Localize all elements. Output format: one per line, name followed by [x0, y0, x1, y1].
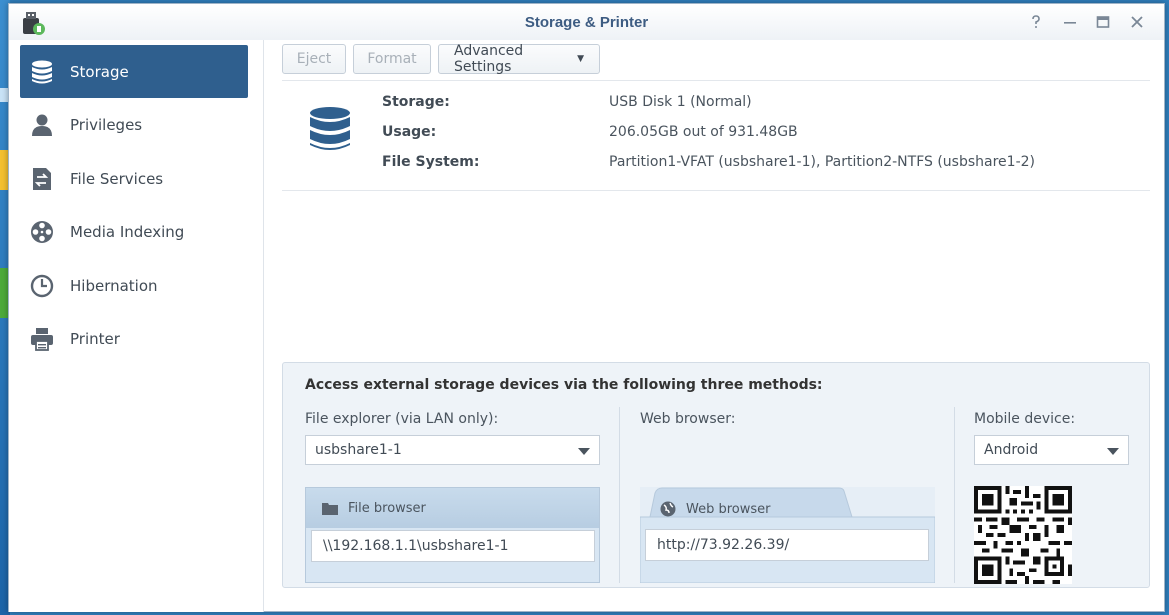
file-system-value: Partition1-VFAT (usbshare1-1), Partition… [609, 154, 1035, 170]
sidebar-item-hibernation[interactable]: Hibernation [20, 259, 248, 312]
minimize-icon[interactable] [1060, 12, 1080, 32]
sidebar: Storage Privileges File Services Media I… [9, 40, 264, 612]
advanced-settings-label: Advanced Settings [454, 43, 524, 75]
mobile-device-label: Mobile device: [974, 411, 1076, 427]
sidebar-item-file-services[interactable]: File Services [20, 152, 248, 205]
database-icon [310, 107, 350, 150]
web-browser-panel: Web browser http://73.92.26.39/ [640, 487, 935, 583]
advanced-settings-button[interactable]: Advanced Settings ▼ [438, 43, 600, 75]
toolbar: Eject Format Advanced Settings ▼ [282, 43, 600, 75]
database-icon [30, 60, 54, 84]
storage-value: USB Disk 1 (Normal) [609, 94, 752, 110]
globe-icon [660, 501, 676, 517]
window-titlebar[interactable]: Storage & Printer [9, 4, 1164, 40]
access-methods-panel: Access external storage devices via the … [282, 362, 1150, 588]
web-url-field[interactable]: http://73.92.26.39/ [645, 529, 929, 561]
eject-button[interactable]: Eject [282, 44, 346, 74]
access-title: Access external storage devices via the … [305, 377, 823, 393]
file-browser-header: File browser [306, 488, 599, 528]
clock-icon [30, 274, 54, 298]
column-divider [619, 407, 620, 583]
sidebar-item-label: Storage [70, 62, 129, 81]
help-icon[interactable] [1026, 12, 1046, 32]
window-title: Storage & Printer [524, 14, 649, 31]
storage-printer-window: Storage & Printer Storage Privileges Fil… [8, 3, 1165, 612]
info-row-storage: Storage: USB Disk 1 (Normal) [382, 94, 752, 114]
storage-info: Storage: USB Disk 1 (Normal) Usage: 206.… [282, 84, 1150, 192]
film-reel-icon [30, 220, 54, 244]
sidebar-item-label: Hibernation [70, 276, 158, 295]
sidebar-item-label: File Services [70, 169, 164, 188]
folder-icon [322, 501, 338, 515]
printer-icon [30, 327, 54, 351]
share-select[interactable]: usbshare1-1 [305, 435, 600, 465]
sidebar-item-privileges[interactable]: Privileges [20, 98, 248, 151]
web-browser-header: Web browser [640, 489, 935, 529]
file-system-label: File System: [382, 154, 480, 170]
web-browser-label: Web browser: [640, 411, 736, 427]
file-transfer-icon [30, 167, 54, 191]
caret-down-icon: ▼ [577, 54, 584, 64]
divider [282, 190, 1150, 191]
mobile-device-select[interactable]: Android [974, 435, 1129, 465]
mobile-device-value: Android [984, 442, 1039, 458]
usage-value: 206.05GB out of 931.48GB [609, 124, 798, 140]
sidebar-item-label: Printer [70, 329, 120, 348]
usage-label: Usage: [382, 124, 437, 140]
sidebar-item-storage[interactable]: Storage [20, 45, 248, 98]
sidebar-item-printer[interactable]: Printer [20, 312, 248, 365]
storage-label: Storage: [382, 94, 450, 110]
qr-code-icon [974, 486, 1072, 584]
dropdown-arrow-icon [578, 448, 590, 455]
close-icon[interactable] [1127, 12, 1147, 32]
sidebar-item-label: Media Indexing [70, 222, 185, 241]
info-row-usage: Usage: 206.05GB out of 931.48GB [382, 124, 798, 144]
maximize-icon[interactable] [1093, 12, 1113, 32]
main-content: Eject Format Advanced Settings ▼ Storage… [265, 40, 1164, 612]
share-select-value: usbshare1-1 [315, 442, 402, 458]
column-divider [954, 407, 955, 583]
file-browser-panel: File browser \\192.168.1.1\usbshare1-1 [305, 487, 600, 583]
file-explorer-label: File explorer (via LAN only): [305, 411, 499, 427]
dropdown-arrow-icon [1107, 448, 1119, 455]
divider [282, 80, 1150, 81]
file-browser-title: File browser [348, 500, 426, 516]
info-row-file-system: File System: Partition1-VFAT (usbshare1-… [382, 154, 1035, 174]
user-icon [30, 113, 54, 137]
web-browser-title: Web browser [686, 501, 771, 517]
sidebar-item-label: Privileges [70, 115, 143, 134]
file-path-field[interactable]: \\192.168.1.1\usbshare1-1 [311, 530, 595, 562]
sidebar-item-media-indexing[interactable]: Media Indexing [20, 205, 248, 258]
format-button[interactable]: Format [353, 44, 431, 74]
